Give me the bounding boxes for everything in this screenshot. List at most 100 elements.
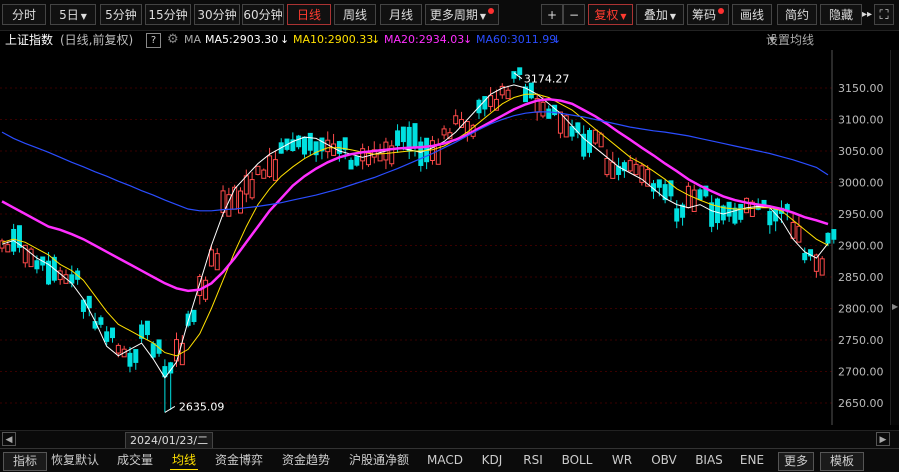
arrow-down-icon: ↓ [463,33,473,46]
candle-body [633,163,639,176]
y-tick-label: 3050.00 [838,145,884,158]
zoom-out-button[interactable]: − [563,4,585,25]
arrow-down-icon: ↓ [280,33,290,46]
low-marker [164,405,176,413]
period-button-weekly[interactable]: 周线 [334,4,376,25]
candle-body [360,148,366,162]
more-arrows-icon[interactable]: ▸▸ [862,4,872,25]
arrow-down-icon: ↓ [552,33,562,46]
period-button-monthly[interactable]: 月线 [380,4,422,25]
tab-volume[interactable]: 成交量 [114,452,156,469]
index-name: 上证指数 [5,33,54,47]
y-tick-label: 2700.00 [838,366,884,379]
tab-ene[interactable]: ENE [736,452,768,469]
simple-mode-button[interactable]: 简约 [777,4,817,25]
tab-ma[interactable]: 均线 [170,452,198,470]
gear-icon[interactable]: ⚙ [167,30,179,50]
horizontal-scrollbar[interactable]: ◀ 2024/01/23/二 ▶ [0,430,899,449]
candle-body [115,344,121,354]
candle-body [331,143,337,156]
candle-body [377,153,383,162]
candle-body [237,190,243,214]
tab-northbound-net[interactable]: 沪股通净额 [346,452,412,469]
ma10-value: MA10:2900.33 [293,33,374,46]
tab-template[interactable]: 模板 [820,452,864,471]
indicator-tab-bar: 指标 恢复默认 成交量 均线 资金博弈 资金趋势 沪股通净额 MACD KDJ … [0,448,899,472]
notification-dot-icon [718,8,724,14]
candle-body [796,225,802,243]
help-icon[interactable]: ? [146,33,161,48]
y-tick-label: 2900.00 [838,240,884,253]
tab-capital-game[interactable]: 资金博弈 [212,452,266,469]
vertical-scrollbar[interactable]: ▶ [890,50,899,425]
candle-body [441,128,447,136]
expand-icon[interactable]: ⛶ [874,4,894,25]
candlestick-chart[interactable]: 3150.00 3100.00 3050.00 3000.00 2950.00 2900.… [0,50,890,425]
ma20-value: MA20:2934.03 [384,33,465,46]
tab-obv[interactable]: OBV [648,452,680,469]
y-tick-label: 2950.00 [838,208,884,221]
tab-kdj[interactable]: KDJ [476,452,508,469]
candle-body [150,343,156,358]
chips-button[interactable]: 筹码 [687,4,729,25]
period-button-timeshare[interactable]: 分时 [2,4,46,25]
chart-mode: (日线,前复权) [60,33,134,47]
candle-body [98,317,104,325]
adjust-price-button[interactable]: 复权 ▼ [588,4,633,25]
chevron-down-icon: ▼ [479,12,487,21]
collapse-arrow-icon[interactable]: ▶ [892,302,898,311]
ma60-value: MA60:3011.99 [476,33,557,46]
y-tick-label: 2800.00 [838,303,884,316]
candle-body [767,210,773,226]
candle-body [709,202,715,227]
candle-body [412,123,418,148]
zoom-in-button[interactable]: + [541,4,563,25]
candle-body [348,159,354,170]
period-button-5day[interactable]: 5日 ▼ [50,4,96,25]
draw-line-button[interactable]: 画线 [732,4,772,25]
candle-body [674,208,680,222]
hide-button[interactable]: 隐藏 [820,4,862,25]
candle-body [819,258,825,276]
period-button-60min[interactable]: 60分钟 [242,4,284,25]
tab-restore-default[interactable]: 恢复默认 [48,452,102,469]
tab-wr[interactable]: WR [608,452,636,469]
tab-more[interactable]: 更多 [778,452,814,471]
more-periods-label: 更多周期 [429,8,478,22]
tab-macd[interactable]: MACD [425,452,465,469]
candle-body [133,349,139,363]
period-button-daily[interactable]: 日线 [287,4,331,25]
candle-body [104,331,110,342]
candle-body [261,169,267,179]
tab-bias[interactable]: BIAS [692,452,726,469]
scroll-right-icon[interactable]: ▶ [876,432,890,446]
more-periods-button[interactable]: 更多周期 ▼ [425,4,499,25]
candle-body [802,252,808,261]
adjust-price-label: 复权 [594,8,619,22]
tab-capital-trend[interactable]: 资金趋势 [279,452,333,469]
chips-label: 筹码 [691,8,716,22]
candle-body [243,175,249,195]
candle-body [342,137,348,151]
low-label: 2635.09 [179,400,225,413]
arrow-down-icon: ↓ [371,33,381,46]
period-label-5day: 5日 [59,8,79,22]
scroll-left-icon[interactable]: ◀ [2,432,16,446]
candle-body [511,71,517,79]
candle-body [214,253,220,271]
candle-body [232,186,238,210]
high-label: 3174.27 [524,73,570,86]
period-button-15min[interactable]: 15分钟 [145,4,191,25]
candle-body [272,159,278,181]
tab-boll[interactable]: BOLL [558,452,596,469]
candle-body [203,279,209,300]
candle-body [831,229,837,240]
overlay-button[interactable]: 叠加 ▼ [636,4,684,25]
tab-indicator[interactable]: 指标 [3,452,47,471]
tab-rsi[interactable]: RSI [518,452,548,469]
candle-body [267,155,273,178]
candle-body [726,201,732,217]
period-button-30min[interactable]: 30分钟 [194,4,240,25]
candle-body [825,232,831,244]
period-button-5min[interactable]: 5分钟 [100,4,142,25]
